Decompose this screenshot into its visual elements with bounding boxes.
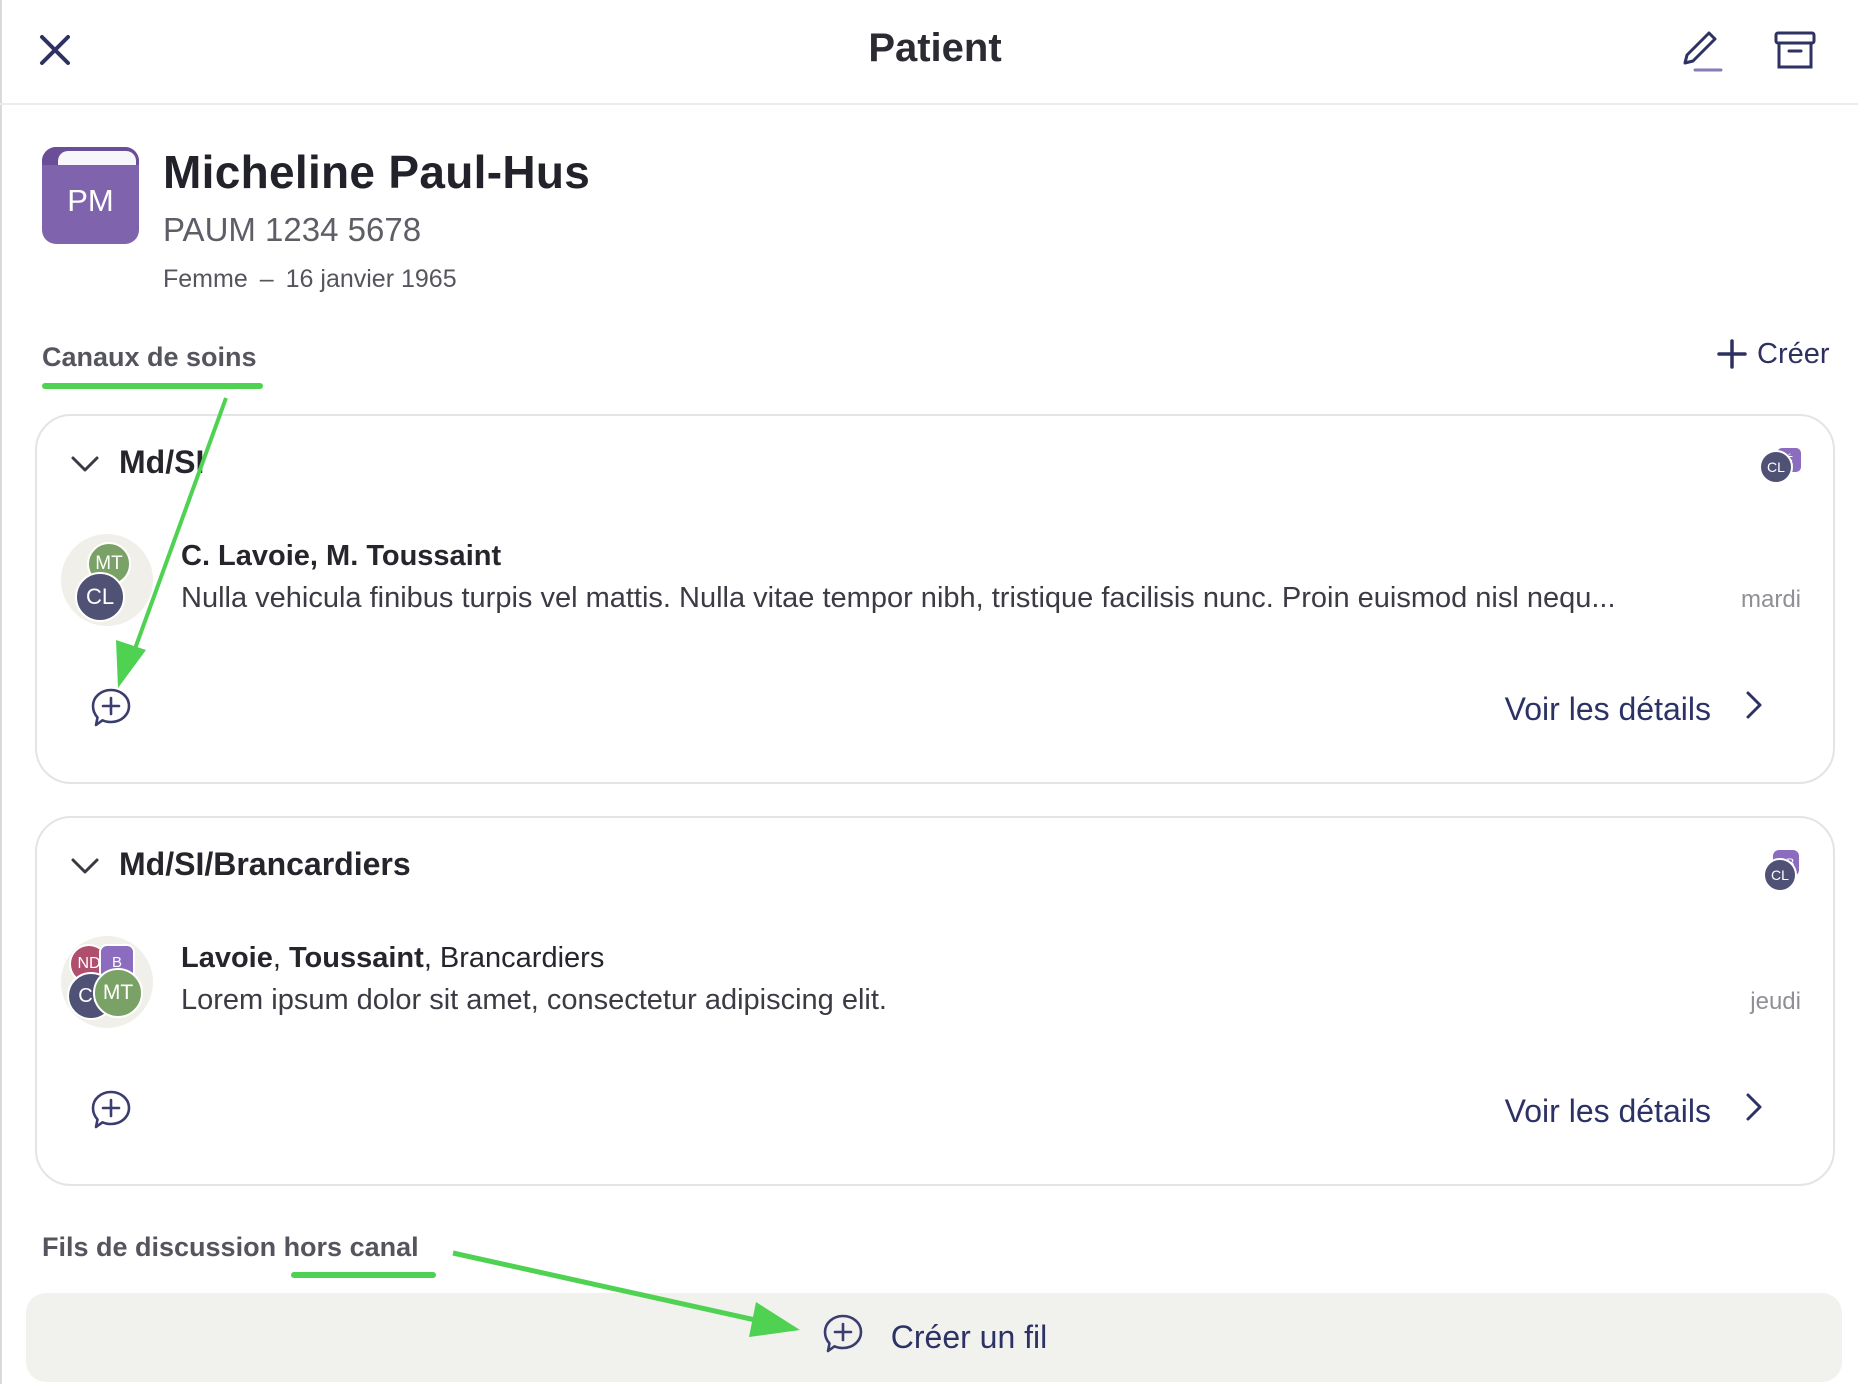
participants-rest: , Brancardiers xyxy=(423,942,605,974)
patient-sex: Femme xyxy=(163,265,248,293)
page-title: Patient xyxy=(868,26,1002,70)
view-details-label: Voir les détails xyxy=(1504,690,1711,727)
patient-demographics: Femme –16 janvier 1965 xyxy=(163,265,457,294)
patient-name: Micheline Paul-Hus xyxy=(163,146,591,198)
top-bar: Patient xyxy=(0,0,1858,105)
participants-bold: C. Lavoie, M. Toussaint xyxy=(181,540,502,572)
archive-icon xyxy=(1773,29,1817,76)
off-channel-section-title: Fils de discussion hors canal xyxy=(42,1232,419,1262)
thread-last-message[interactable]: Nulla vehicula finibus turpis vel mattis… xyxy=(181,582,1741,615)
member-avatar: CL xyxy=(1763,858,1797,892)
view-details-label: Voir les détails xyxy=(1504,1092,1711,1129)
patient-id: PAUM 1234 5678 xyxy=(163,211,422,248)
participant-avatar: MT xyxy=(93,968,143,1018)
thread-date: mardi xyxy=(1740,586,1801,613)
create-thread-label: Créer un fil xyxy=(890,1319,1048,1355)
archive-button[interactable] xyxy=(1765,22,1825,82)
member-avatar: CL xyxy=(1759,450,1793,484)
chevron-down-icon xyxy=(70,455,100,478)
create-channel-label: Créer xyxy=(1757,338,1830,370)
pencil-icon xyxy=(1677,27,1723,78)
thread-date: jeudi xyxy=(1750,988,1801,1015)
view-details-link[interactable]: Voir les détails xyxy=(1505,690,1763,728)
chevron-right-icon xyxy=(1745,690,1763,728)
edit-button[interactable] xyxy=(1670,22,1730,82)
chat-plus-icon xyxy=(821,1312,865,1364)
meta-separator: – xyxy=(259,265,274,293)
participant-avatar: CL xyxy=(75,572,125,622)
channel-title: Md/SI xyxy=(119,444,205,480)
patient-initials: PM xyxy=(67,183,114,218)
channel-card: Md/SI/Brancardiers CB CL ND B CL MT Lavo… xyxy=(35,816,1835,1186)
channel-title: Md/SI/Brancardiers xyxy=(119,846,411,882)
patient-birthdate: 16 janvier 1965 xyxy=(285,265,457,293)
patient-avatar: PM xyxy=(42,147,139,244)
collapse-toggle[interactable] xyxy=(67,850,103,886)
tab-care-channels[interactable]: Canaux de soins xyxy=(42,342,257,373)
participant-bold: Toussaint xyxy=(289,942,424,974)
plus-icon xyxy=(1717,339,1747,370)
new-thread-button[interactable] xyxy=(87,1088,135,1136)
channel-card: Md/SI É CL MT CL C. Lavoie, M. Toussaint… xyxy=(35,414,1835,784)
active-tab-underline xyxy=(42,383,263,389)
create-thread-button[interactable]: Créer un fil xyxy=(26,1293,1842,1382)
channel-members[interactable]: CB CL xyxy=(1759,848,1809,892)
collapse-toggle[interactable] xyxy=(67,448,103,484)
participant-bold: Lavoie xyxy=(181,942,273,974)
new-thread-button[interactable] xyxy=(87,686,135,734)
participant-separator: , xyxy=(272,942,289,974)
window-edge xyxy=(0,0,2,1384)
channel-members[interactable]: É CL xyxy=(1759,446,1809,486)
thread-participants[interactable]: Lavoie, Toussaint, Brancardiers xyxy=(181,942,604,975)
thread-avatar: MT CL xyxy=(61,534,153,626)
thread-last-message[interactable]: Lorem ipsum dolor sit amet, consectetur … xyxy=(181,984,1741,1017)
create-channel-button[interactable]: Créer xyxy=(1717,338,1830,371)
thread-avatar: ND B CL MT xyxy=(61,936,153,1028)
chevron-right-icon xyxy=(1745,1092,1763,1130)
annotation-underline xyxy=(291,1272,436,1278)
chat-plus-icon xyxy=(89,686,133,735)
thread-participants[interactable]: C. Lavoie, M. Toussaint xyxy=(181,540,501,573)
chevron-down-icon xyxy=(70,857,100,880)
view-details-link[interactable]: Voir les détails xyxy=(1505,1092,1763,1130)
chat-plus-icon xyxy=(89,1088,133,1137)
